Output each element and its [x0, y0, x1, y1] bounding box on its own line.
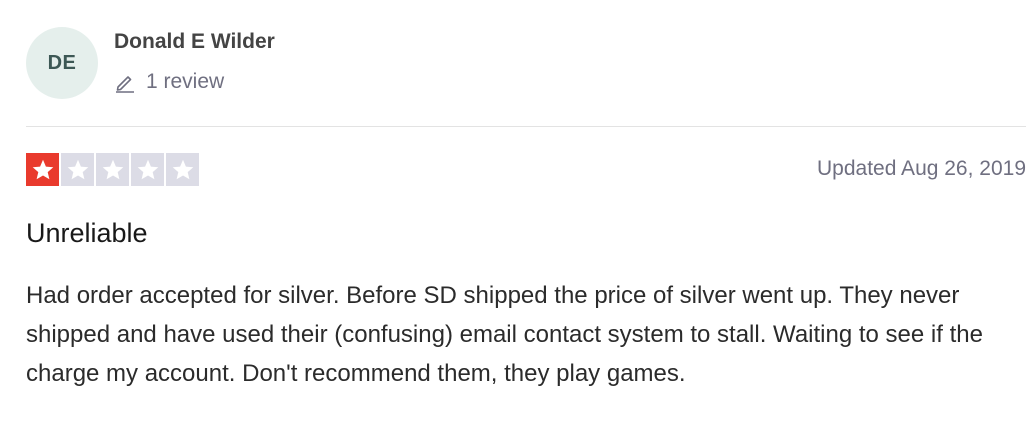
divider [26, 126, 1026, 127]
star-empty [131, 153, 164, 186]
review-body: Had order accepted for silver. Before SD… [26, 282, 983, 387]
star-icon [137, 159, 158, 179]
star-rating [26, 153, 199, 186]
review-count: 1 review [114, 70, 224, 94]
star-filled [26, 153, 59, 186]
star-empty [61, 153, 94, 186]
review-count-label: 1 review [146, 70, 225, 93]
star-icon [67, 159, 88, 179]
star-empty [166, 153, 199, 186]
star-icon [172, 159, 193, 179]
pencil-icon [116, 76, 134, 93]
avatar-initials: DE [47, 51, 77, 74]
star-icon [32, 159, 53, 179]
review-date: Updated Aug 26, 2019 [816, 157, 1026, 180]
avatar[interactable]: DE [26, 27, 98, 99]
star-empty [96, 153, 129, 186]
review-title[interactable]: Unreliable [26, 218, 148, 249]
star-icon [102, 159, 123, 179]
reviewer-name[interactable]: Donald E Wilder [114, 30, 275, 54]
